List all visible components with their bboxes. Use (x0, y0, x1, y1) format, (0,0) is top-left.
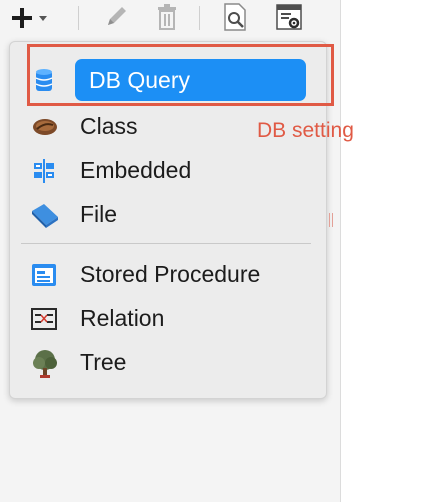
add-button[interactable] (6, 2, 68, 32)
toolbar (0, 0, 340, 38)
menu-item-label: Embedded (80, 157, 192, 183)
plus-icon (10, 6, 34, 30)
pencil-icon (102, 3, 130, 31)
settings-button[interactable] (273, 2, 305, 32)
file-icon (30, 201, 58, 228)
preview-button[interactable] (219, 2, 251, 32)
menu-item-tree[interactable]: Tree (10, 341, 326, 381)
menu-separator (21, 243, 311, 244)
menu-item-relation[interactable]: Relation (10, 297, 326, 337)
menu-item-stored-procedure[interactable]: Stored Procedure (10, 253, 326, 293)
chevron-down-icon (38, 10, 48, 21)
menu-item-file[interactable]: File (10, 193, 326, 233)
right-panel (340, 0, 429, 502)
stored-procedure-icon (30, 261, 58, 287)
app-window: DB Query Class Embedded File Stored Proc… (0, 0, 429, 502)
menu-item-label: File (80, 201, 118, 227)
menu-item-label: Stored Procedure (80, 261, 261, 287)
menu-item-label: Relation (80, 305, 165, 331)
annotation-highlight-box (27, 44, 334, 106)
page-search-icon (220, 2, 250, 32)
embedded-icon (30, 157, 58, 183)
toolbar-divider (78, 6, 79, 30)
delete-button[interactable] (151, 2, 183, 32)
trash-icon (152, 2, 182, 32)
toolbar-divider (199, 6, 200, 30)
menu-item-label: Class (80, 113, 138, 139)
annotation-label: DB setting (257, 119, 354, 142)
relation-icon (30, 305, 58, 331)
splitter-handle[interactable] (329, 213, 335, 227)
menu-item-label: Tree (80, 349, 127, 375)
tree-icon (30, 349, 58, 378)
edit-button[interactable] (101, 2, 131, 32)
splitter-grip-line (329, 213, 330, 227)
class-bean-icon (30, 113, 58, 139)
page-gear-icon (274, 2, 304, 32)
splitter-grip-line (332, 213, 333, 227)
menu-item-embedded[interactable]: Embedded (10, 149, 326, 189)
